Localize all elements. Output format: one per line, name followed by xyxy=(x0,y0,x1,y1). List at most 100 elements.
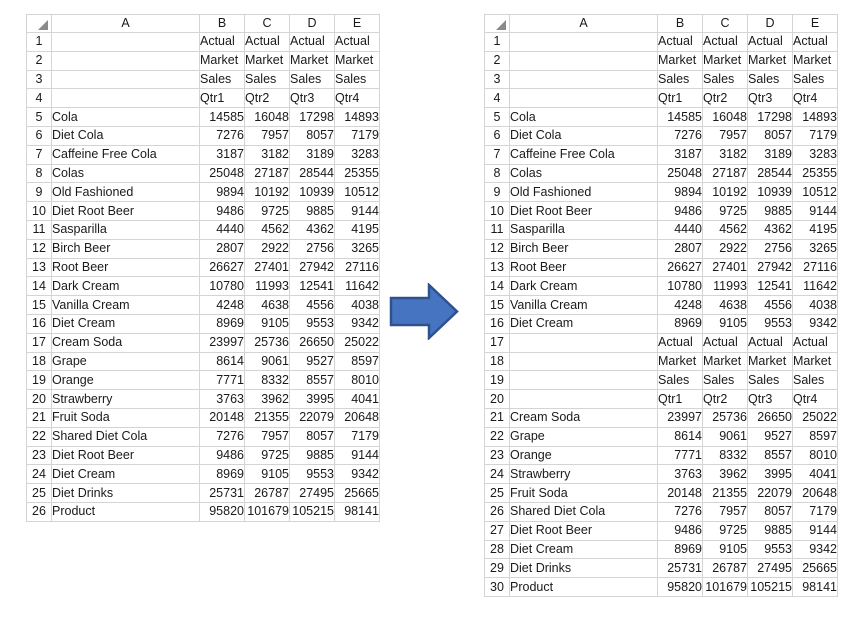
row-header[interactable]: 7 xyxy=(26,144,52,165)
cell-d[interactable]: 9885 xyxy=(289,201,335,221)
grid-row[interactable]: 9 Old Fashioned 9894 10192 10939 10512 xyxy=(26,182,380,203)
cell-e[interactable]: 25022 xyxy=(792,407,838,428)
cell-c[interactable]: 9105 xyxy=(702,313,748,334)
row-header[interactable]: 9 xyxy=(26,182,52,203)
cell-d[interactable]: 9553 xyxy=(747,539,793,560)
cell-c[interactable]: 7957 xyxy=(702,125,748,146)
cell-e[interactable]: Sales xyxy=(792,370,838,391)
cell-e[interactable]: 25665 xyxy=(334,483,380,503)
cell-d[interactable]: 4556 xyxy=(289,295,335,315)
cell-e[interactable]: 20648 xyxy=(334,407,380,428)
grid-row[interactable]: 17 Cream Soda 23997 25736 26650 25022 xyxy=(26,332,380,353)
cell-b[interactable]: Actual xyxy=(657,332,703,353)
row-header[interactable]: 4 xyxy=(484,88,510,109)
cell-b[interactable]: 95820 xyxy=(657,577,703,597)
cell-e[interactable]: 25355 xyxy=(792,163,838,184)
cell-a[interactable] xyxy=(509,389,658,409)
cell-b[interactable]: 8969 xyxy=(199,313,245,334)
cell-b[interactable]: 14585 xyxy=(657,107,703,127)
cell-c[interactable]: 16048 xyxy=(244,107,290,127)
grid-row[interactable]: 18 Market Market Market Market xyxy=(484,351,838,372)
row-header[interactable]: 22 xyxy=(26,426,52,447)
grid-row[interactable]: 4 Qtr1 Qtr2 Qtr3 Qtr4 xyxy=(26,88,380,109)
cell-b[interactable]: 4248 xyxy=(657,295,703,315)
row-header[interactable]: 24 xyxy=(26,464,52,485)
cell-c[interactable]: 3962 xyxy=(244,389,290,409)
cell-b[interactable]: Sales xyxy=(199,69,245,90)
row-header[interactable]: 18 xyxy=(26,351,52,372)
cell-e[interactable]: 98141 xyxy=(334,501,380,522)
cell-c[interactable]: 27401 xyxy=(702,257,748,278)
cell-e[interactable]: 25355 xyxy=(334,163,380,184)
cell-b[interactable]: 3763 xyxy=(199,389,245,409)
grid-row[interactable]: 3 Sales Sales Sales Sales xyxy=(484,69,838,90)
cell-e[interactable]: 4041 xyxy=(334,389,380,409)
row-header[interactable]: 1 xyxy=(26,32,52,52)
cell-b[interactable]: 8969 xyxy=(657,539,703,560)
cell-e[interactable]: Actual xyxy=(792,32,838,52)
cell-c[interactable]: 16048 xyxy=(702,107,748,127)
grid-row[interactable]: 23 Diet Root Beer 9486 9725 9885 9144 xyxy=(26,445,380,466)
cell-c[interactable]: Qtr2 xyxy=(244,88,290,109)
row-header[interactable]: 16 xyxy=(26,313,52,334)
cell-c[interactable]: 2922 xyxy=(244,238,290,259)
cell-a[interactable]: Diet Cream xyxy=(51,313,200,334)
grid-row[interactable]: 6 Diet Cola 7276 7957 8057 7179 xyxy=(26,125,380,146)
cell-e[interactable]: 11642 xyxy=(334,276,380,297)
cell-a[interactable]: Cream Soda xyxy=(509,407,658,428)
cell-c[interactable]: 9105 xyxy=(244,313,290,334)
cell-a[interactable]: Colas xyxy=(509,163,658,184)
row-header[interactable]: 3 xyxy=(484,69,510,90)
cell-c[interactable]: 26787 xyxy=(702,558,748,579)
cell-d[interactable]: Qtr3 xyxy=(747,389,793,409)
cell-a[interactable]: Fruit Soda xyxy=(51,407,200,428)
cell-e[interactable]: 27116 xyxy=(334,257,380,278)
cell-d[interactable]: 12541 xyxy=(747,276,793,297)
cell-b[interactable]: 9486 xyxy=(199,201,245,221)
cell-e[interactable]: 25665 xyxy=(792,558,838,579)
row-header[interactable]: 28 xyxy=(484,539,510,560)
cell-d[interactable]: 22079 xyxy=(289,407,335,428)
cell-e[interactable]: 8010 xyxy=(334,370,380,391)
cell-b[interactable]: 9894 xyxy=(657,182,703,203)
cell-e[interactable]: 4195 xyxy=(792,219,838,240)
cell-c[interactable]: 9061 xyxy=(244,351,290,372)
cell-d[interactable]: 9527 xyxy=(289,351,335,372)
cell-a[interactable]: Diet Root Beer xyxy=(51,201,200,221)
grid-row[interactable]: 26 Product 95820 101679 105215 98141 xyxy=(26,501,380,522)
cell-e[interactable]: 8010 xyxy=(792,445,838,466)
column-header-a[interactable]: A xyxy=(51,14,200,33)
cell-b[interactable]: 8969 xyxy=(199,464,245,485)
cell-b[interactable]: 25731 xyxy=(657,558,703,579)
cell-c[interactable]: 9105 xyxy=(702,539,748,560)
cell-c[interactable]: 3182 xyxy=(702,144,748,165)
cell-c[interactable]: 4638 xyxy=(702,295,748,315)
column-header-b[interactable]: B xyxy=(199,14,245,33)
cell-b[interactable]: 3187 xyxy=(657,144,703,165)
cell-a[interactable]: Birch Beer xyxy=(509,238,658,259)
row-header[interactable]: 10 xyxy=(484,201,510,221)
grid-row[interactable]: 24 Strawberry 3763 3962 3995 4041 xyxy=(484,464,838,485)
cell-c[interactable]: Actual xyxy=(702,32,748,52)
column-header-d[interactable]: D xyxy=(289,14,335,33)
cell-d[interactable]: 4362 xyxy=(747,219,793,240)
grid-row[interactable]: 13 Root Beer 26627 27401 27942 27116 xyxy=(484,257,838,278)
cell-d[interactable]: 28544 xyxy=(747,163,793,184)
grid-row[interactable]: 6 Diet Cola 7276 7957 8057 7179 xyxy=(484,125,838,146)
cell-b[interactable]: Qtr1 xyxy=(199,88,245,109)
cell-d[interactable]: 22079 xyxy=(747,483,793,503)
cell-d[interactable]: Qtr3 xyxy=(289,88,335,109)
cell-d[interactable]: 3995 xyxy=(747,464,793,485)
row-header[interactable]: 20 xyxy=(26,389,52,409)
grid-row[interactable]: 5 Cola 14585 16048 17298 14893 xyxy=(484,107,838,127)
cell-c[interactable]: Market xyxy=(702,351,748,372)
column-header-b[interactable]: B xyxy=(657,14,703,33)
cell-e[interactable]: 9144 xyxy=(792,201,838,221)
grid-row[interactable]: 13 Root Beer 26627 27401 27942 27116 xyxy=(26,257,380,278)
cell-c[interactable]: 4562 xyxy=(702,219,748,240)
cell-a[interactable] xyxy=(509,88,658,109)
cell-d[interactable]: Market xyxy=(747,351,793,372)
cell-e[interactable]: 9144 xyxy=(334,445,380,466)
grid-row[interactable]: 21 Cream Soda 23997 25736 26650 25022 xyxy=(484,407,838,428)
cell-e[interactable]: 10512 xyxy=(334,182,380,203)
